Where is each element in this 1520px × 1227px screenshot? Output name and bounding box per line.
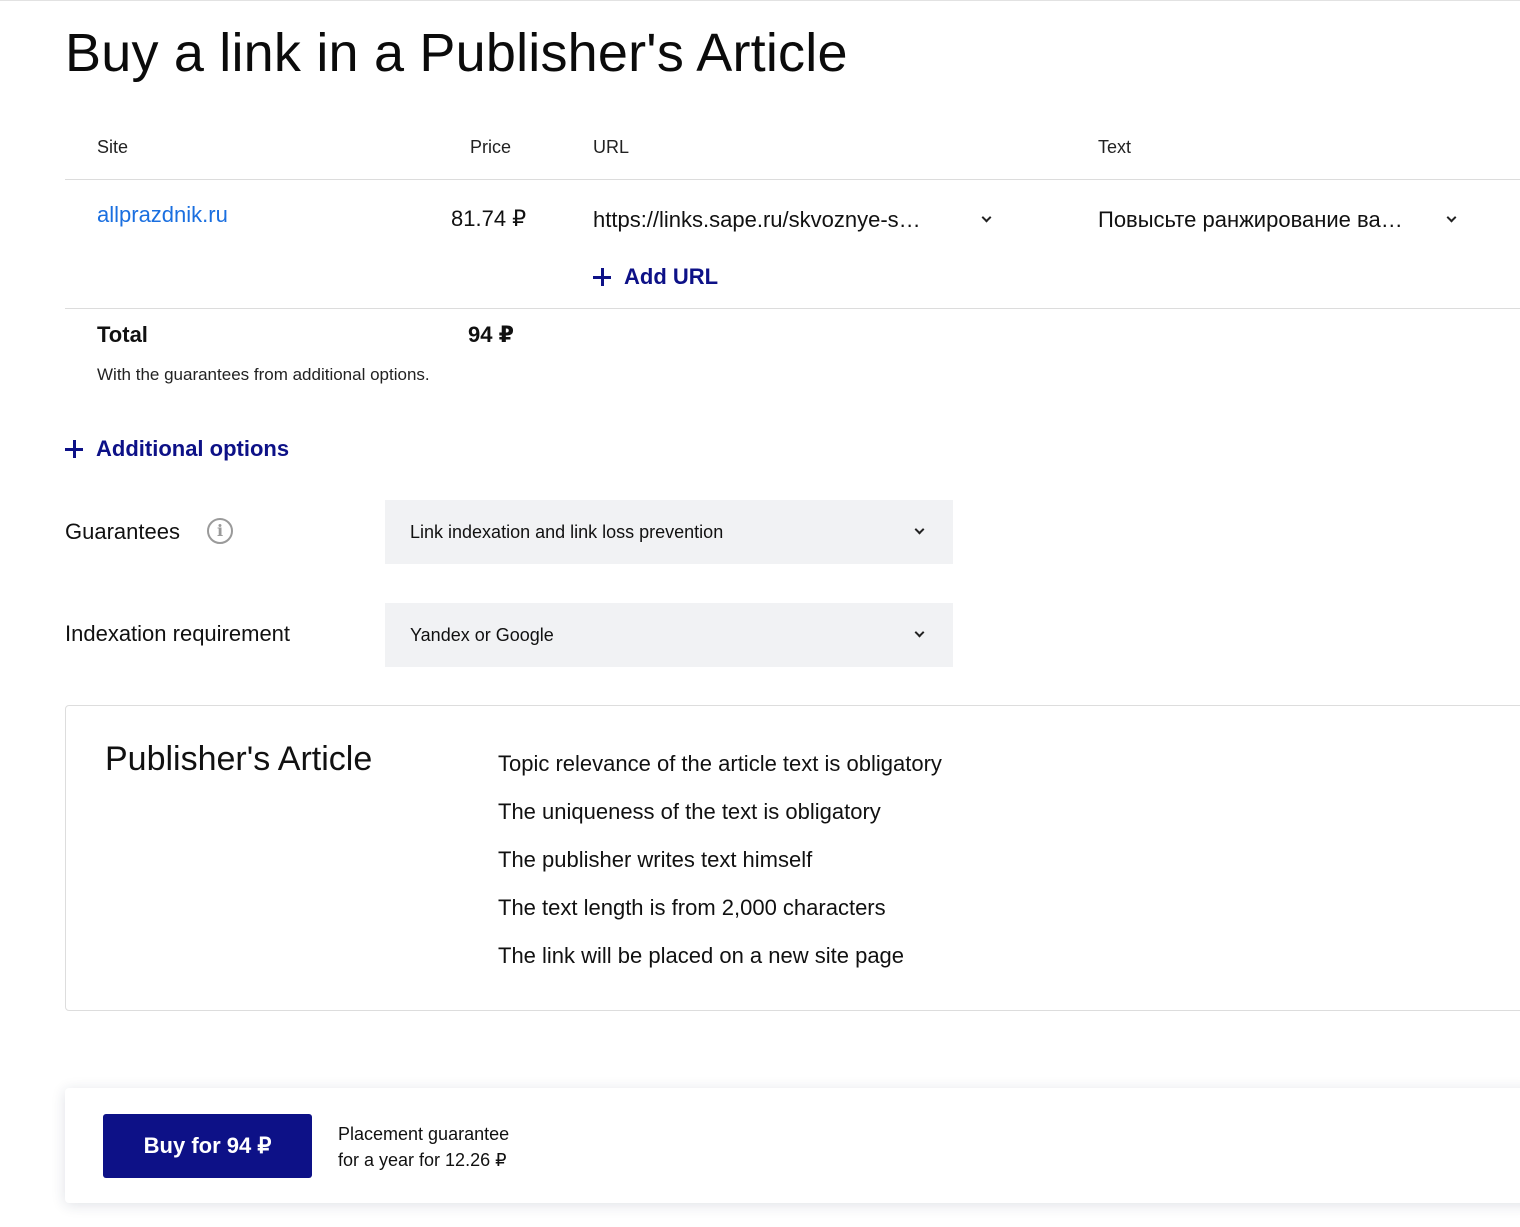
- guarantees-label: Guarantees: [65, 519, 180, 544]
- indexation-select-value: Yandex or Google: [410, 624, 554, 645]
- chevron-down-icon: [981, 212, 992, 223]
- total-value: 94 ₽: [468, 322, 514, 347]
- table-header-divider: [65, 179, 1520, 180]
- indexation-select[interactable]: Yandex or Google: [385, 603, 953, 667]
- page-title: Buy a link in a Publisher's Article: [65, 23, 848, 83]
- site-link[interactable]: allprazdnik.ru: [97, 202, 228, 228]
- purchase-footer: Buy for 94 ₽ Placement guarantee for a y…: [65, 1088, 1520, 1203]
- additional-options-button[interactable]: Additional options: [65, 436, 289, 462]
- chevron-down-icon: [914, 524, 925, 535]
- additional-options-label: Additional options: [96, 436, 290, 461]
- placement-guarantee-text: Placement guarantee for a year for 12.26…: [338, 1121, 509, 1173]
- column-header-site: Site: [97, 137, 129, 157]
- list-item: The publisher writes text himself: [498, 847, 813, 872]
- guarantee-line-1: Placement guarantee: [338, 1124, 510, 1144]
- total-label: Total: [97, 322, 148, 347]
- plus-icon: [65, 440, 83, 458]
- list-item: The text length is from 2,000 characters: [498, 895, 886, 920]
- list-item: The uniqueness of the text is obligatory: [498, 799, 881, 824]
- list-item: Topic relevance of the article text is o…: [498, 751, 942, 776]
- url-select[interactable]: https://links.sape.ru/skvoznye-s…: [593, 203, 1003, 237]
- list-item: The link will be placed on a new site pa…: [498, 943, 905, 968]
- text-select[interactable]: Повысьте ранжирование ва…: [1098, 203, 1468, 237]
- table-row-divider: [65, 308, 1520, 309]
- column-header-price: Price: [470, 137, 512, 157]
- row-price: 81.74 ₽: [451, 206, 527, 231]
- guarantees-select-value: Link indexation and link loss prevention: [410, 521, 724, 542]
- guarantee-line-2: for a year for 12.26 ₽: [338, 1150, 507, 1170]
- panel-title: Publisher's Article: [105, 740, 373, 778]
- text-select-value: Повысьте ранжирование ва…: [1098, 207, 1403, 232]
- info-icon[interactable]: i: [207, 518, 233, 544]
- add-url-button[interactable]: Add URL: [593, 264, 718, 290]
- guarantees-select[interactable]: Link indexation and link loss prevention: [385, 500, 953, 564]
- plus-icon: [593, 268, 611, 286]
- indexation-label: Indexation requirement: [65, 621, 291, 646]
- requirements-list: Topic relevance of the article text is o…: [498, 750, 942, 990]
- chevron-down-icon: [914, 627, 925, 638]
- buy-button[interactable]: Buy for 94 ₽: [103, 1114, 312, 1178]
- article-info-panel: Publisher's Article Topic relevance of t…: [65, 705, 1520, 1011]
- add-url-label: Add URL: [624, 264, 719, 289]
- total-note: With the guarantees from additional opti…: [97, 365, 430, 384]
- column-header-text: Text: [1098, 137, 1132, 157]
- column-header-url: URL: [593, 137, 630, 157]
- url-select-value: https://links.sape.ru/skvoznye-s…: [593, 207, 921, 232]
- chevron-down-icon: [1446, 212, 1457, 223]
- top-divider: [0, 0, 1520, 1]
